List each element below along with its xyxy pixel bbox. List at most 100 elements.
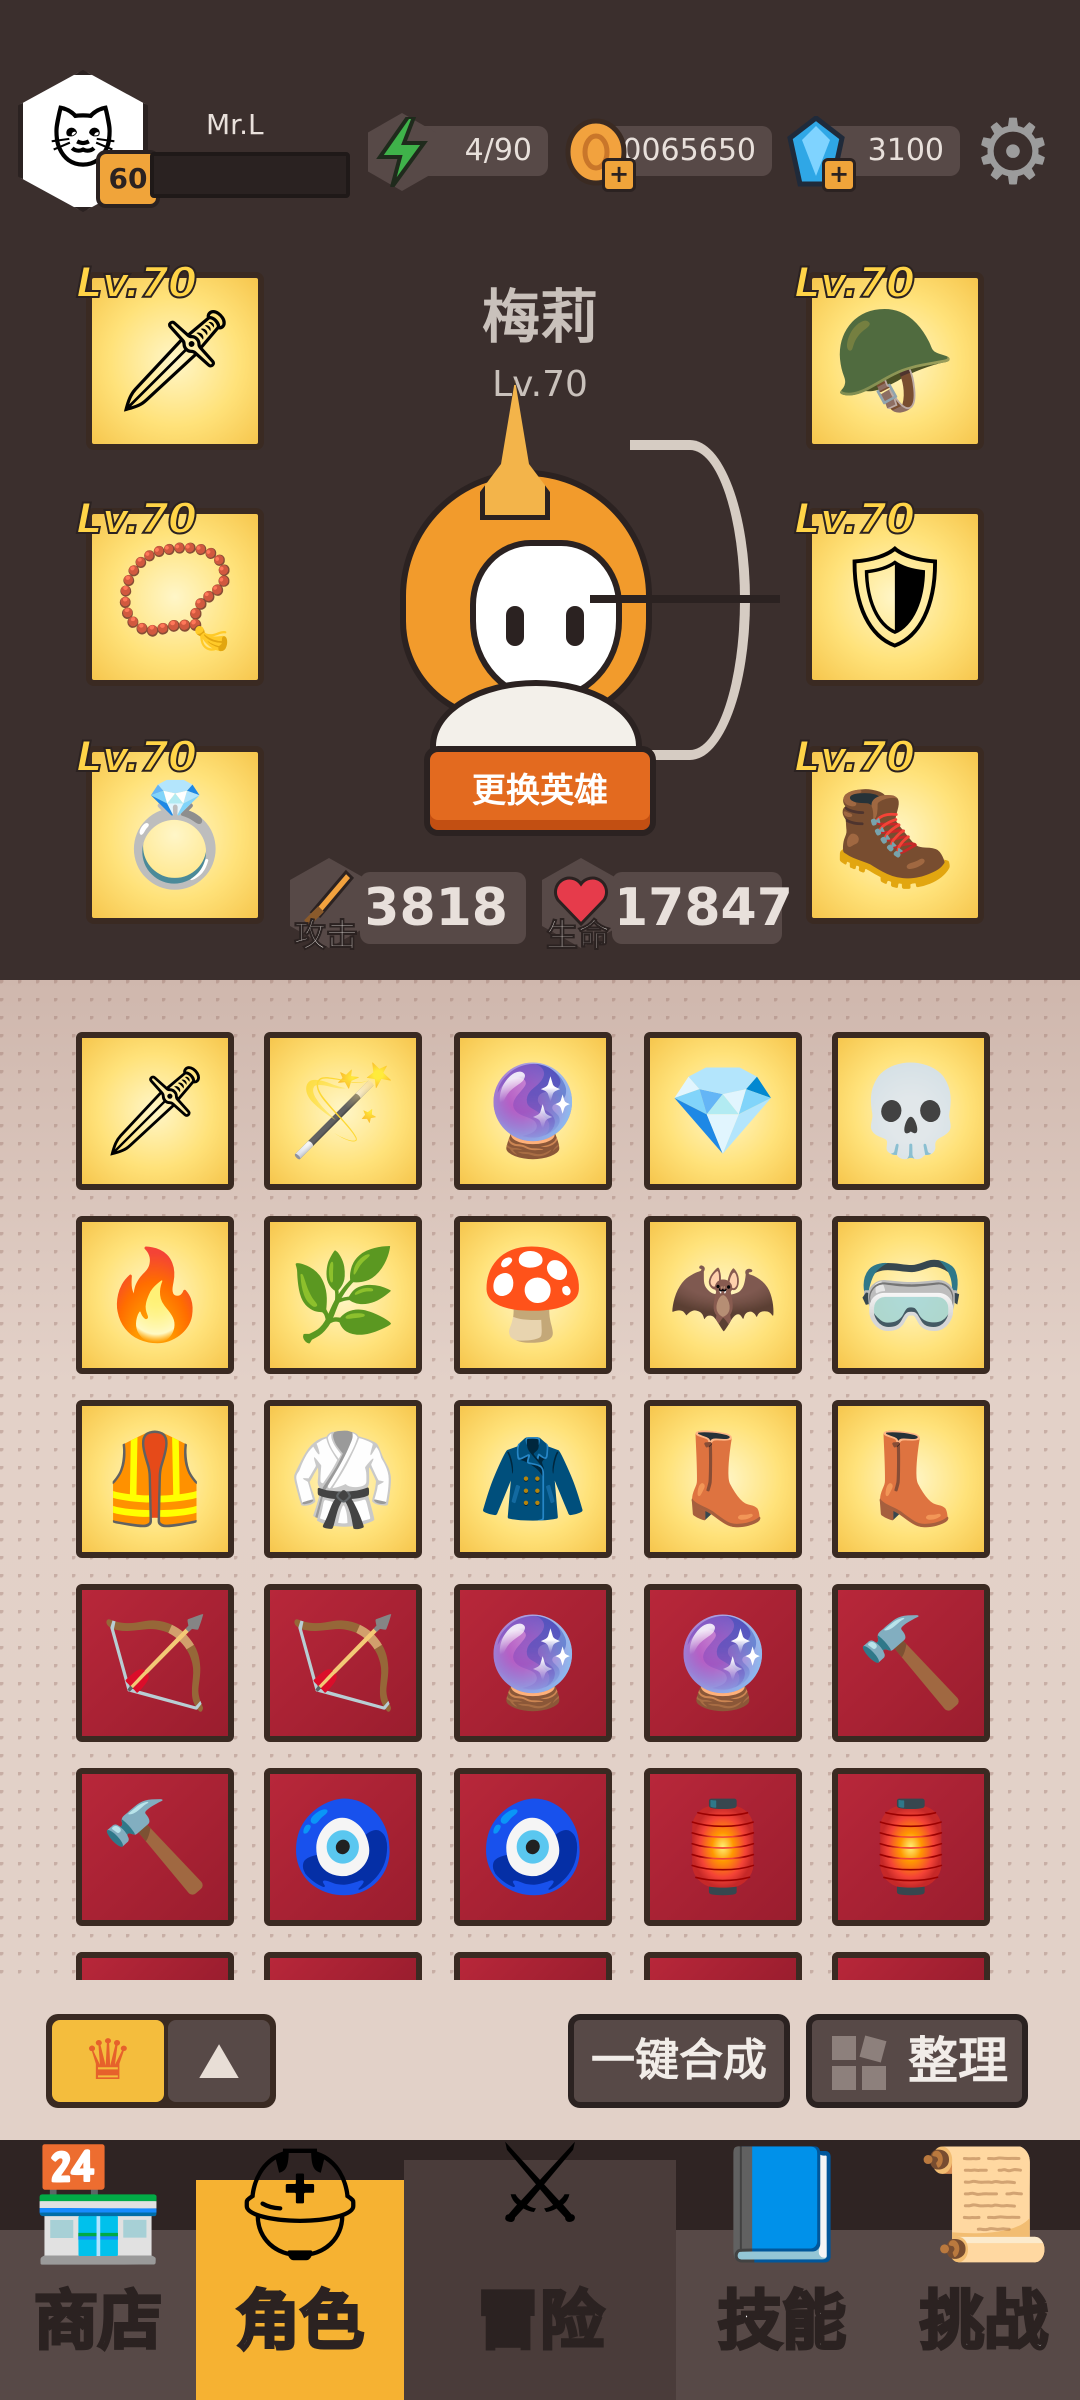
inventory-item[interactable]: 🔮	[454, 1032, 612, 1190]
inventory-item[interactable]: 👢	[832, 1400, 990, 1558]
orb-staff-icon: 🔮	[668, 1611, 778, 1714]
goblin-armor-icon: 🥋	[288, 1427, 398, 1530]
inventory-item[interactable]	[76, 1952, 234, 1980]
rock-icon[interactable]: ⛰	[168, 2020, 270, 2102]
winged-helmet-icon: 🪖	[832, 302, 958, 419]
fire-hammer-icon: 🔨	[856, 1611, 966, 1714]
inventory-item[interactable]: 🦇	[644, 1216, 802, 1374]
inventory-item[interactable]	[832, 1952, 990, 1980]
sort-button[interactable]: 整理	[806, 2014, 1028, 2108]
nav-label-shop: 商店	[33, 2284, 164, 2361]
hero-name: 梅莉	[481, 283, 598, 351]
grid-sort-icon	[832, 2035, 887, 2090]
attack-label: 攻击	[293, 916, 359, 955]
purple-amulet-icon: 🔮	[478, 1059, 588, 1162]
nav-tab-shop[interactable]: 🏪 商店	[0, 2140, 196, 2400]
lava-armor-icon: 🦺	[100, 1427, 210, 1530]
flame-mask-icon[interactable]: ♛	[52, 2020, 164, 2102]
crystal-necklace-icon: 💎	[668, 1059, 778, 1162]
inventory-item[interactable]: 🥋	[264, 1400, 422, 1558]
nav-tab-character[interactable]: ⛑ 角色	[196, 2140, 404, 2400]
inventory-item[interactable]: 🏹	[264, 1584, 422, 1742]
crossed-swords-icon: ⚔	[490, 2120, 590, 2248]
inventory-item[interactable]: 👢	[644, 1400, 802, 1558]
inventory-item[interactable]: 🧿	[264, 1768, 422, 1926]
fire-hammer-icon: 🔨	[100, 1795, 210, 1898]
vine-bow-icon: 🏹	[100, 1611, 210, 1714]
hero-portrait	[360, 380, 780, 812]
crown-icon	[480, 380, 550, 520]
energy-resource[interactable]	[366, 112, 438, 192]
add-coins-button[interactable]: +	[602, 158, 636, 192]
golden-armor-icon: 🛡	[831, 538, 959, 655]
golden-ring-icon: 💍	[112, 776, 238, 893]
helmet-level: Lv.70	[793, 257, 916, 308]
nav-tab-adventure[interactable]: ⚔ 冒险	[404, 2120, 676, 2400]
inventory-item[interactable]: 🏹	[76, 1584, 234, 1742]
vine-ring-icon: 🌿	[288, 1243, 398, 1346]
lantern-pendant-icon: 🏮	[856, 1795, 966, 1898]
inventory-item[interactable]: 🔨	[832, 1584, 990, 1742]
inventory-item[interactable]: 🗡	[76, 1032, 234, 1190]
blue-sword-icon: 🗡	[99, 1059, 211, 1162]
hero-panel: 🐱 60 Mr.L 4/90 10065650 + 3100 + ⚙ 梅莉 Lv…	[0, 0, 1080, 980]
gem-resource[interactable]: +	[780, 112, 856, 192]
iron-boots-icon: 🥾	[832, 776, 958, 893]
inventory-item[interactable]: 🌿	[264, 1216, 422, 1374]
skull-necklace-icon: 💀	[856, 1059, 966, 1162]
inventory-item[interactable]: 🔨	[76, 1768, 234, 1926]
nav-tab-skills[interactable]: 📘 技能	[676, 2140, 888, 2400]
change-hero-button[interactable]: 更换英雄	[424, 746, 656, 836]
boots-level: Lv.70	[793, 731, 916, 782]
armor-level: Lv.70	[793, 493, 916, 544]
coin-resource[interactable]: +	[560, 112, 636, 192]
inventory-grid: 🗡 🪄 🔮 💎 💀 🔥 🌿 🍄 🦇 🥽 🦺 🥋 🧥 👢 👢 🏹 🏹 🔮 🔮 🔨 …	[0, 980, 1080, 1980]
settings-gear-icon[interactable]: ⚙	[972, 108, 1054, 198]
inventory-item[interactable]: 🥽	[832, 1216, 990, 1374]
inventory-item[interactable]: 🧿	[454, 1768, 612, 1926]
inventory-item[interactable]: 🔮	[454, 1584, 612, 1742]
inventory-item[interactable]	[264, 1952, 422, 1980]
bat-helmet-icon: 🦇	[668, 1243, 778, 1346]
inventory-item[interactable]: 🏮	[832, 1768, 990, 1926]
hp-label: 生命	[545, 916, 611, 955]
flame-pendant-icon: 🧿	[288, 1795, 398, 1898]
lantern-pendant-icon: 🏮	[668, 1795, 778, 1898]
shop-stall-icon: 🏪	[29, 2140, 167, 2268]
inventory-item[interactable]: 🔮	[644, 1584, 802, 1742]
arrow-icon	[590, 595, 780, 603]
sword-scroll-icon: 📜	[915, 2140, 1053, 2268]
sort-label: 整理	[908, 2032, 1008, 2090]
inventory-item[interactable]: 💎	[644, 1032, 802, 1190]
golden-sword-icon: 🗡	[111, 302, 239, 419]
nav-label-skills: 技能	[717, 2284, 848, 2361]
weapon-level: Lv.70	[75, 257, 198, 308]
inventory-item[interactable]	[454, 1952, 612, 1980]
attack-value: 3818	[360, 872, 526, 944]
nav-label-character: 角色	[235, 2284, 366, 2361]
merge-all-button[interactable]: 一键合成	[568, 2014, 790, 2108]
red-staff-icon: 🪄	[288, 1059, 398, 1162]
inventory-item[interactable]: 🍄	[454, 1216, 612, 1374]
red-boots-icon: 👢	[668, 1427, 778, 1530]
orb-staff-icon: 🔮	[478, 1611, 588, 1714]
inventory-item[interactable]: 💀	[832, 1032, 990, 1190]
flame-ring-icon: 🔥	[100, 1243, 210, 1346]
inventory-item[interactable]: 🧥	[454, 1400, 612, 1558]
nav-label-adventure: 冒险	[475, 2284, 606, 2361]
inventory-item[interactable]: 🔥	[76, 1216, 234, 1374]
flame-pendant-icon: 🧿	[478, 1795, 588, 1898]
add-gems-button[interactable]: +	[822, 158, 856, 192]
inventory-item[interactable]: 🦺	[76, 1400, 234, 1558]
inventory-item[interactable]: 🪄	[264, 1032, 422, 1190]
inventory-item[interactable]: 🏮	[644, 1768, 802, 1926]
purple-boots-icon: 👢	[856, 1427, 966, 1530]
mushroom-helmet-icon: 🍄	[478, 1243, 588, 1346]
goggles-helmet-icon: 🥽	[856, 1243, 966, 1346]
inventory-item[interactable]	[644, 1952, 802, 1980]
nav-tab-challenge[interactable]: 📜 挑战	[888, 2140, 1080, 2400]
spellbook-icon: 📘	[713, 2140, 851, 2268]
player-name: Mr.L	[206, 108, 264, 141]
view-toggle[interactable]: ♛ ⛰	[46, 2014, 276, 2108]
vine-bow-icon: 🏹	[288, 1611, 398, 1714]
